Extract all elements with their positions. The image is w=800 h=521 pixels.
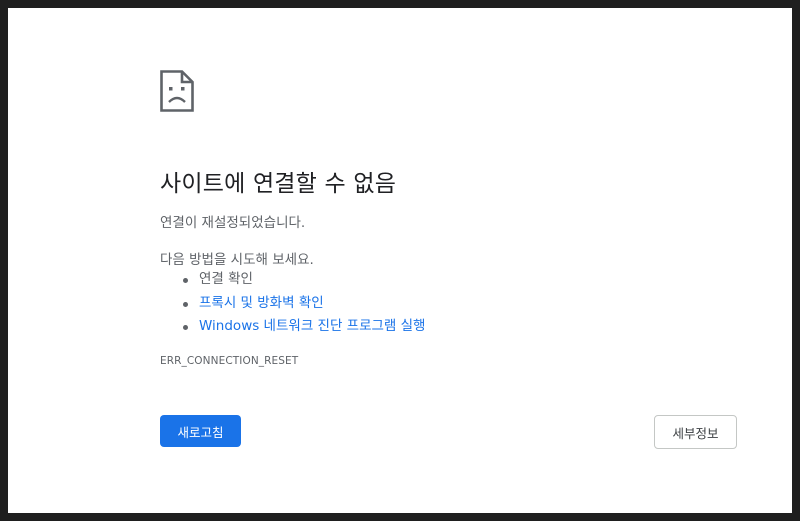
bullet-icon [183,301,188,307]
bullet-icon [183,278,188,283]
bullet-icon [183,325,188,330]
suggestions-heading: 다음 방법을 시도해 보세요. [160,252,314,268]
page-title: 사이트에 연결할 수 없음 [160,171,397,197]
details-button[interactable]: 세부정보 [654,415,737,449]
suggestion-check-connection: 연결 확인 [160,268,425,292]
suggestions-list: 연결 확인 프록시 및 방화벽 확인 Windows 네트워크 진단 프로그램 … [160,268,425,339]
error-description: 연결이 재설정되었습니다. [160,215,306,231]
run-network-diagnostics-link[interactable]: Windows 네트워크 진단 프로그램 실행 [199,318,425,334]
error-code: ERR_CONNECTION_RESET [160,355,299,367]
sad-document-icon [160,70,194,112]
browser-page: 사이트에 연결할 수 없음 연결이 재설정되었습니다. 다음 방법을 시도해 보… [8,8,792,513]
suggestion-check-proxy-firewall: 프록시 및 방화벽 확인 [160,292,425,316]
reload-button[interactable]: 새로고침 [160,415,241,447]
suggestion-label: 연결 확인 [199,271,253,287]
check-proxy-firewall-link[interactable]: 프록시 및 방화벽 확인 [199,295,324,311]
suggestion-run-network-diagnostics: Windows 네트워크 진단 프로그램 실행 [160,315,425,339]
